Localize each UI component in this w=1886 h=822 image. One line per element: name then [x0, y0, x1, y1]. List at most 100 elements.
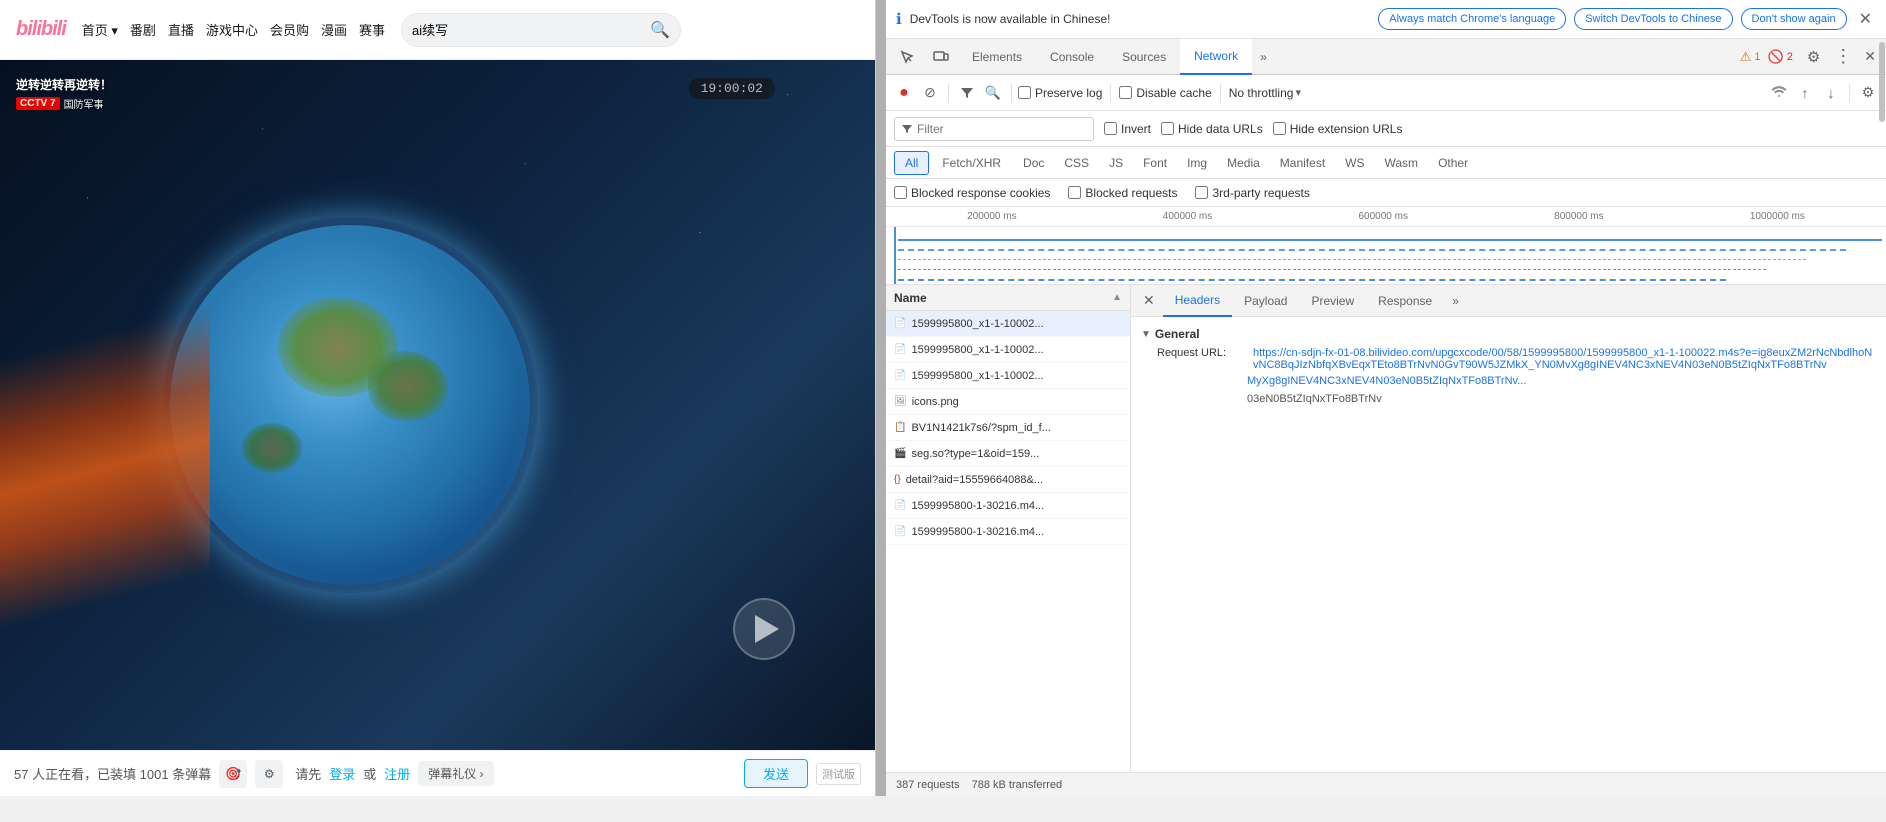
name-column: Name ▲ 📄 1599995800_x1-1-10002... 📄 1599…: [886, 285, 1131, 772]
nav-anime[interactable]: 番剧: [130, 20, 156, 39]
type-css[interactable]: CSS: [1055, 151, 1098, 175]
type-media[interactable]: Media: [1218, 151, 1269, 175]
name-item-4[interactable]: 🖼 icons.png: [886, 389, 1130, 415]
network-timeline: 200000 ms 400000 ms 600000 ms 800000 ms …: [886, 207, 1886, 285]
type-img[interactable]: Img: [1178, 151, 1216, 175]
icon-btn-2[interactable]: ⚙: [255, 760, 283, 788]
notification-close[interactable]: ✕: [1855, 9, 1876, 29]
dont-show-btn[interactable]: Don't show again: [1741, 8, 1847, 30]
request-type-bar: All Fetch/XHR Doc CSS JS Font Img Media …: [886, 147, 1886, 179]
search-btn[interactable]: 🔍: [981, 81, 1005, 105]
wifi-icon[interactable]: [1767, 81, 1791, 105]
device-icon[interactable]: [924, 39, 958, 74]
name-item-8[interactable]: 📄 1599995800-1-30216.m4...: [886, 493, 1130, 519]
name-item-2[interactable]: 📄 1599995800_x1-1-10002...: [886, 337, 1130, 363]
toolbar-settings-btn[interactable]: ⚙: [1856, 81, 1880, 105]
resize-divider[interactable]: [876, 0, 886, 796]
timeline-mark-600: 600000 ms: [1358, 211, 1407, 222]
tab-elements[interactable]: Elements: [958, 39, 1036, 75]
file-icon-7: {}: [894, 474, 901, 485]
filter-input-wrap[interactable]: [894, 117, 1094, 141]
name-item-3[interactable]: 📄 1599995800_x1-1-10002...: [886, 363, 1130, 389]
detail-tab-preview[interactable]: Preview: [1299, 285, 1366, 317]
bili-search-bar[interactable]: 🔍: [401, 13, 681, 47]
nav-vip[interactable]: 会员购: [270, 20, 309, 39]
type-fetch-xhr[interactable]: Fetch/XHR: [931, 151, 1012, 175]
column-scroll-up[interactable]: ▲: [1112, 292, 1122, 303]
upload-btn[interactable]: ↑: [1793, 81, 1817, 105]
download-btn[interactable]: ↓: [1819, 81, 1843, 105]
register-link[interactable]: 注册: [384, 764, 410, 783]
icon-btn-1[interactable]: 🎯: [219, 760, 247, 788]
tab-more[interactable]: »: [1252, 39, 1275, 75]
section-arrow: ▼: [1141, 329, 1151, 340]
record-btn[interactable]: ●: [892, 81, 916, 105]
name-item-1[interactable]: 📄 1599995800_x1-1-10002...: [886, 311, 1130, 337]
devtools-more-btn[interactable]: ⋮: [1828, 39, 1858, 74]
devtools-tab-bar: Elements Console Sources Network » ⚠ 1 🚫…: [886, 39, 1886, 75]
file-icon-4: 🖼: [894, 396, 907, 407]
type-js[interactable]: JS: [1100, 151, 1132, 175]
throttle-arrow[interactable]: ▾: [1295, 86, 1301, 99]
login-link[interactable]: 登录: [329, 764, 355, 783]
filter-toggle-btn[interactable]: [955, 81, 979, 105]
nav-live[interactable]: 直播: [168, 20, 194, 39]
clear-btn[interactable]: ⊘: [918, 81, 942, 105]
tab-console[interactable]: Console: [1036, 39, 1108, 75]
devtools-settings-btn[interactable]: ⚙: [1799, 39, 1828, 74]
name-item-7[interactable]: {} detail?aid=15559664088&...: [886, 467, 1130, 493]
type-font[interactable]: Font: [1134, 151, 1176, 175]
type-all[interactable]: All: [894, 151, 929, 175]
nav-sport[interactable]: 赛事: [359, 20, 385, 39]
detail-close-btn[interactable]: ✕: [1135, 285, 1163, 316]
warn-count: 1: [1754, 51, 1760, 63]
filter-funnel-icon: [901, 123, 913, 135]
detail-tab-response[interactable]: Response: [1366, 285, 1444, 317]
nav-manga[interactable]: 漫画: [321, 20, 347, 39]
request-url-value[interactable]: https://cn-sdjn-fx-01-08.bilivideo.com/u…: [1253, 347, 1876, 371]
disable-cache-checkbox[interactable]: Disable cache: [1119, 86, 1211, 100]
status-bar: 387 requests 788 kB transferred: [886, 772, 1886, 796]
type-doc[interactable]: Doc: [1014, 151, 1053, 175]
type-ws[interactable]: WS: [1336, 151, 1373, 175]
test-badge: 测试版: [816, 763, 861, 785]
search-input[interactable]: [412, 22, 644, 37]
file-icon-1: 📄: [894, 318, 906, 329]
type-other[interactable]: Other: [1429, 151, 1477, 175]
filter-input[interactable]: [917, 122, 1087, 136]
blocked-cookies-checkbox[interactable]: Blocked response cookies: [894, 186, 1050, 200]
timeline-mark-200: 200000 ms: [967, 211, 1016, 222]
name-item-6[interactable]: 🎬 seg.so?type=1&oid=159...: [886, 441, 1130, 467]
preserve-log-checkbox[interactable]: Preserve log: [1018, 86, 1102, 100]
video-play-button[interactable]: [733, 598, 795, 660]
name-column-header: Name ▲: [886, 285, 1130, 311]
search-button[interactable]: 🔍: [650, 20, 670, 40]
inspect-icon[interactable]: [890, 39, 924, 74]
detail-tab-headers[interactable]: Headers: [1163, 285, 1232, 317]
third-party-checkbox[interactable]: 3rd-party requests: [1195, 186, 1309, 200]
hide-data-urls-checkbox[interactable]: Hide data URLs: [1161, 122, 1263, 136]
request-url-row: Request URL: https://cn-sdjn-fx-01-08.bi…: [1141, 345, 1876, 373]
blocked-requests-checkbox[interactable]: Blocked requests: [1068, 186, 1177, 200]
tab-network[interactable]: Network: [1180, 39, 1252, 75]
detail-tab-more[interactable]: »: [1444, 285, 1467, 317]
name-list: 📄 1599995800_x1-1-10002... 📄 1599995800_…: [886, 311, 1130, 772]
invert-checkbox[interactable]: Invert: [1104, 122, 1151, 136]
switch-chinese-btn[interactable]: Switch DevTools to Chinese: [1574, 8, 1732, 30]
video-area: 逆转逆转再逆转！ CCTV 7 国防军事 19:00:02: [0, 60, 875, 750]
name-item-9[interactable]: 📄 1599995800-1-30216.m4...: [886, 519, 1130, 545]
nav-game[interactable]: 游戏中心: [206, 20, 258, 39]
hide-ext-urls-checkbox[interactable]: Hide extension URLs: [1273, 122, 1403, 136]
tab-sources[interactable]: Sources: [1108, 39, 1180, 75]
type-manifest[interactable]: Manifest: [1271, 151, 1334, 175]
detail-tab-payload[interactable]: Payload: [1232, 285, 1299, 317]
file-name-3: 1599995800_x1-1-10002...: [911, 370, 1043, 382]
type-wasm[interactable]: Wasm: [1376, 151, 1428, 175]
send-button[interactable]: 发送: [744, 759, 808, 788]
danmu-etiquette-btn[interactable]: 弹幕礼仪 ›: [418, 761, 493, 786]
nav-home[interactable]: 首页 ▾: [82, 20, 118, 39]
always-match-btn[interactable]: Always match Chrome's language: [1378, 8, 1566, 30]
general-section-header[interactable]: ▼ General: [1141, 323, 1876, 345]
detail-tabs: ✕ Headers Payload Preview Response »: [1131, 285, 1886, 317]
name-item-5[interactable]: 📋 BV1N1421k7s6/?spm_id_f...: [886, 415, 1130, 441]
